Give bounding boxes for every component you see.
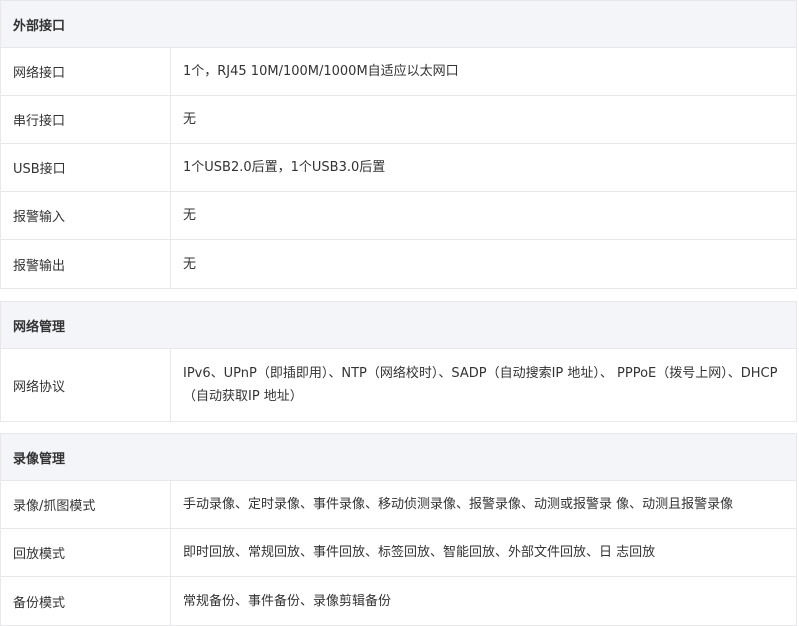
section-external-interfaces: 外部接口 网络接口 1个，RJ45 10M/100M/1000M自适应以太网口 … [0, 0, 797, 289]
row-label: 网络协议 [1, 349, 171, 421]
row-value: 无 [183, 112, 197, 127]
row-label: 报警输入 [1, 192, 171, 239]
row-label: 录像/抓图模式 [1, 481, 171, 528]
section-title: 网络管理 [1, 302, 796, 349]
row-label: 回放模式 [1, 529, 171, 576]
table-row: USB接口 1个USB2.0后置，1个USB3.0后置 [1, 144, 796, 192]
table-row: 回放模式 即时回放、常规回放、事件回放、标签回放、智能回放、外部文件回放、日 志… [1, 529, 796, 577]
row-value: 1个USB2.0后置，1个USB3.0后置 [183, 160, 386, 175]
table-row: 报警输出 无 [1, 240, 796, 288]
section-recording-management: 录像管理 录像/抓图模式 手动录像、定时录像、事件录像、移动侦测录像、报警录像、… [0, 433, 797, 626]
table-row: 报警输入 无 [1, 192, 796, 240]
section-network-management: 网络管理 网络协议 IPv6、UPnP（即插即用）、NTP（网络校时）、SADP… [0, 301, 797, 422]
row-value: 无 [183, 256, 197, 272]
row-label: 串行接口 [1, 96, 171, 143]
row-value: 无 [183, 208, 197, 223]
row-value: 手动录像、定时录像、事件录像、移动侦测录像、报警录像、动测或报警录 像、动测且报… [183, 497, 734, 512]
row-value: 即时回放、常规回放、事件回放、标签回放、智能回放、外部文件回放、日 志回放 [183, 545, 656, 560]
row-label: USB接口 [1, 144, 171, 191]
row-value: 常规备份、事件备份、录像剪辑备份 [183, 593, 392, 609]
row-value: 1个，RJ45 10M/100M/1000M自适应以太网口 [183, 64, 459, 79]
table-row: 备份模式 常规备份、事件备份、录像剪辑备份 [1, 577, 796, 625]
table-row: 网络协议 IPv6、UPnP（即插即用）、NTP（网络校时）、SADP（自动搜索… [1, 349, 796, 421]
row-label: 备份模式 [1, 577, 171, 625]
table-row: 网络接口 1个，RJ45 10M/100M/1000M自适应以太网口 [1, 48, 796, 96]
table-row: 录像/抓图模式 手动录像、定时录像、事件录像、移动侦测录像、报警录像、动测或报警… [1, 481, 796, 529]
row-label: 网络接口 [1, 48, 171, 95]
section-title: 录像管理 [1, 434, 796, 481]
row-label: 报警输出 [1, 240, 171, 288]
table-row: 串行接口 无 [1, 96, 796, 144]
row-value: IPv6、UPnP（即插即用）、NTP（网络校时）、SADP（自动搜索IP 地址… [183, 366, 778, 404]
section-title: 外部接口 [1, 1, 796, 48]
